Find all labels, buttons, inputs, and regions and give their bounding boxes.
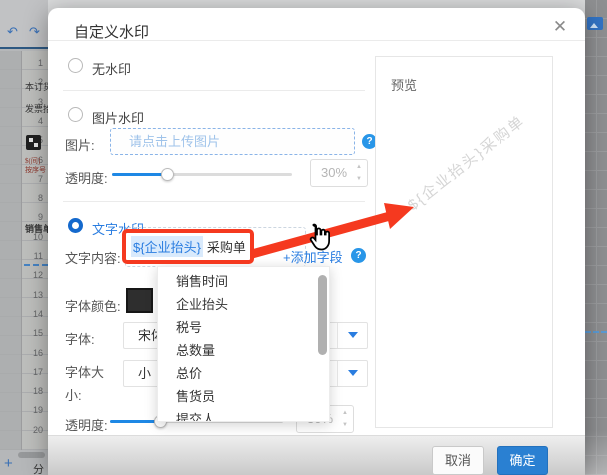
- field-dropdown-list: 销售时间企业抬头税号总数量总价售货员提交人提交时间: [158, 270, 329, 422]
- dropdown-item[interactable]: 企业抬头: [158, 293, 329, 316]
- divider: [63, 90, 365, 91]
- opacity-value-input[interactable]: 30% ▲ ▼: [310, 159, 368, 187]
- font-label: 字体:: [65, 329, 95, 348]
- background-spreadsheet-right: [585, 0, 607, 475]
- image-label: 图片:: [65, 135, 95, 154]
- font-size-label: 小:: [65, 385, 82, 404]
- preview-label: 预览: [391, 75, 417, 94]
- cancel-button[interactable]: 取消: [432, 446, 484, 475]
- font-color-swatch[interactable]: [126, 288, 153, 313]
- spinner-down-icon[interactable]: ▼: [356, 176, 362, 182]
- font-size-label: 字体大: [65, 362, 104, 381]
- spinner-up-icon[interactable]: ▲: [356, 164, 362, 170]
- upload-image-input[interactable]: 请点击上传图片: [110, 128, 355, 155]
- dialog-title: 自定义水印: [74, 21, 149, 42]
- page-break-line: [585, 331, 607, 333]
- opacity-label: 透明度:: [65, 168, 108, 187]
- watermark-preview-text: ${企业抬头}采购单: [377, 90, 555, 236]
- radio-no-watermark[interactable]: [68, 58, 83, 73]
- radio-text-watermark[interactable]: [68, 218, 83, 233]
- field-token-chip[interactable]: ${企业抬头}: [131, 236, 203, 257]
- opacity-slider-fill: [112, 173, 167, 176]
- image-icon[interactable]: [587, 17, 603, 30]
- opacity-value: 30%: [321, 160, 347, 186]
- spinner-down-icon[interactable]: ▼: [342, 422, 348, 428]
- spinner-up-icon[interactable]: ▲: [342, 410, 348, 416]
- custom-watermark-dialog: 自定义水印 ✕ 无水印 图片水印 图片: 请点击上传图片 ? 透明度: 30% …: [48, 8, 585, 475]
- dropdown-item[interactable]: 总价: [158, 362, 329, 385]
- text-content-label: 文字内容:: [65, 248, 121, 267]
- fade: [585, 430, 607, 475]
- opacity-slider-handle[interactable]: [161, 168, 174, 181]
- select-arrow-zone[interactable]: [337, 361, 367, 386]
- dropdown-item[interactable]: 总数量: [158, 339, 329, 362]
- screen: ↶ ↷ 1234567891011121314151617181920 本订货 …: [0, 0, 607, 475]
- close-icon[interactable]: ✕: [548, 15, 572, 39]
- radio-image-watermark-label: 图片水印: [92, 108, 144, 127]
- text-content-value: 采购单: [207, 237, 246, 256]
- chevron-down-icon: [348, 370, 358, 376]
- dropdown-item[interactable]: 销售时间: [158, 270, 329, 293]
- dropdown-item[interactable]: 税号: [158, 316, 329, 339]
- modal-dim-overlay: [0, 0, 48, 475]
- background-spreadsheet-left: ↶ ↷ 1234567891011121314151617181920 本订货 …: [0, 0, 48, 475]
- chevron-down-icon: [348, 332, 358, 338]
- add-field-link[interactable]: +添加字段: [283, 247, 343, 266]
- annotation-red-box: ${企业抬头} 采购单: [122, 229, 254, 264]
- font-color-label: 字体颜色:: [65, 296, 121, 315]
- dropdown-item[interactable]: 提交人: [158, 408, 329, 422]
- opacity-slider-fill: [110, 420, 160, 423]
- dropdown-item[interactable]: 售货员: [158, 385, 329, 408]
- font-size-select-value: 小: [138, 361, 151, 386]
- confirm-button[interactable]: 确定: [497, 446, 548, 475]
- help-icon[interactable]: ?: [351, 248, 366, 263]
- divider: [63, 201, 365, 202]
- select-arrow-zone[interactable]: [337, 323, 367, 348]
- radio-image-watermark[interactable]: [68, 107, 83, 122]
- divider: [48, 40, 585, 41]
- watermark-preview-panel: 预览 ${企业抬头}采购单: [375, 56, 553, 428]
- opacity-label: 透明度:: [65, 415, 108, 434]
- grid-line: [596, 0, 597, 475]
- dialog-footer: 取消 确定: [48, 435, 585, 475]
- field-dropdown: 销售时间企业抬头税号总数量总价售货员提交人提交时间: [157, 266, 330, 422]
- upload-placeholder: 请点击上传图片: [129, 129, 220, 154]
- dropdown-scrollbar[interactable]: [318, 275, 327, 355]
- radio-no-watermark-label: 无水印: [92, 59, 131, 78]
